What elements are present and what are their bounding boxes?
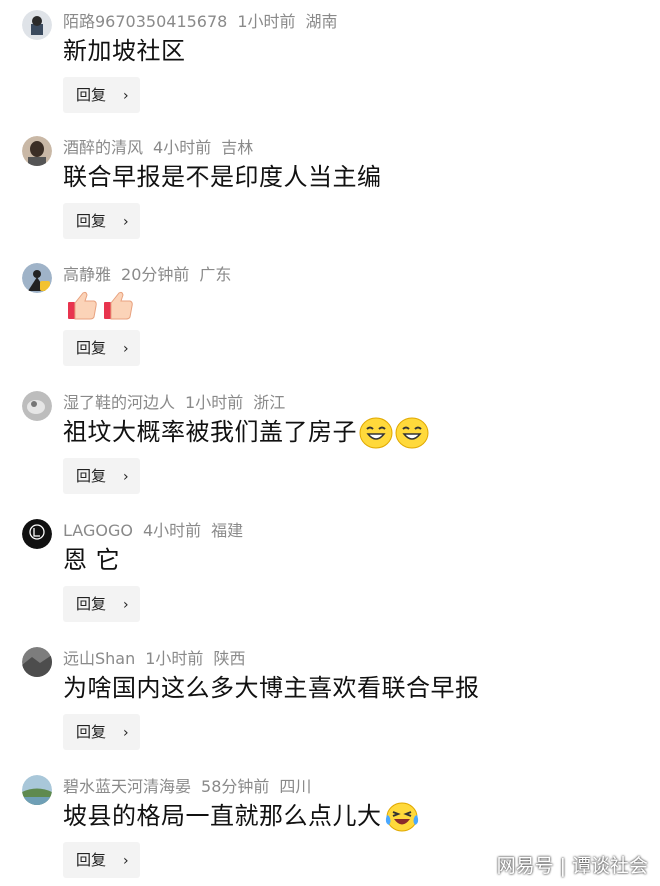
chevron-right-icon: › — [123, 469, 129, 485]
region: 吉林 — [221, 138, 254, 157]
username[interactable]: 碧水蓝天河清海晏 — [63, 777, 191, 796]
thumbs-up-icon — [104, 291, 133, 320]
reply-button[interactable]: 回复 › — [63, 330, 140, 366]
watermark-source: 网易号 — [496, 855, 554, 877]
timestamp: 1小时前 — [185, 393, 244, 412]
comment-meta: 高静雅 20分钟前 广东 — [63, 265, 241, 285]
username[interactable]: 湿了鞋的河边人 — [63, 393, 175, 412]
comment-meta: LAGOGO 4小时前 福建 — [63, 521, 253, 541]
grin-emoji-icon — [359, 417, 393, 449]
reply-button[interactable]: 回复 › — [63, 203, 140, 239]
comment-text: 恩 它 — [63, 546, 121, 574]
reply-button[interactable]: 回复 › — [63, 458, 140, 494]
reply-button[interactable]: 回复 › — [63, 714, 140, 750]
region: 广东 — [199, 265, 232, 284]
comment-text: 新加坡社区 — [63, 37, 186, 65]
watermark-author: 谭谈社会 — [571, 855, 648, 877]
grin-emoji-icon — [395, 417, 429, 449]
region: 陕西 — [213, 649, 246, 668]
comment-meta: 湿了鞋的河边人 1小时前 浙江 — [63, 393, 295, 413]
watermark: 网易号 | 谭谈社会 — [497, 851, 648, 878]
username[interactable]: 酒醉的清风 — [63, 138, 143, 157]
avatar[interactable] — [22, 263, 52, 293]
comment-text: 祖坟大概率被我们盖了房子 — [63, 415, 429, 449]
comment-meta: 碧水蓝天河清海晏 58分钟前 四川 — [63, 777, 321, 797]
comment-meta: 陌路9670350415678 1小时前 湖南 — [63, 12, 348, 32]
comment-meta: 酒醉的清风 4小时前 吉林 — [63, 138, 263, 158]
avatar[interactable] — [22, 775, 52, 805]
avatar[interactable] — [22, 10, 52, 40]
timestamp: 20分钟前 — [121, 265, 190, 284]
avatar[interactable] — [22, 519, 52, 549]
avatar[interactable] — [22, 647, 52, 677]
avatar[interactable] — [22, 391, 52, 421]
comment-text — [63, 287, 135, 322]
username[interactable]: LAGOGO — [63, 521, 133, 540]
chevron-right-icon: › — [123, 214, 129, 230]
chevron-right-icon: › — [123, 88, 129, 104]
comment-meta: 远山Shan 1小时前 陕西 — [63, 649, 255, 669]
chevron-right-icon: › — [123, 853, 129, 869]
timestamp: 58分钟前 — [201, 777, 270, 796]
avatar[interactable] — [22, 136, 52, 166]
comment-text: 为啥国内这么多大博主喜欢看联合早报 — [63, 674, 480, 702]
timestamp: 4小时前 — [142, 521, 202, 540]
username[interactable]: 远山Shan — [63, 649, 135, 668]
chevron-right-icon: › — [123, 341, 129, 357]
region: 福建 — [211, 521, 244, 540]
region: 湖南 — [305, 12, 338, 31]
region: 四川 — [279, 777, 312, 796]
crying-laughing-emoji-icon — [385, 802, 418, 832]
reply-button[interactable]: 回复 › — [63, 842, 140, 878]
watermark-divider: | — [559, 855, 566, 877]
comment-text: 联合早报是不是印度人当主编 — [63, 163, 382, 191]
comment-text: 坡县的格局一直就那么点儿大 — [63, 799, 420, 833]
timestamp: 1小时前 — [145, 649, 204, 668]
timestamp: 4小时前 — [153, 138, 212, 157]
chevron-right-icon: › — [123, 725, 129, 741]
timestamp: 1小时前 — [237, 12, 296, 31]
region: 浙江 — [253, 393, 286, 412]
thumbs-up-icon — [68, 291, 97, 320]
chevron-right-icon: › — [123, 597, 129, 613]
username[interactable]: 高静雅 — [63, 265, 111, 284]
reply-button[interactable]: 回复 › — [63, 77, 140, 113]
reply-button[interactable]: 回复 › — [63, 586, 140, 622]
username[interactable]: 陌路9670350415678 — [63, 12, 227, 31]
